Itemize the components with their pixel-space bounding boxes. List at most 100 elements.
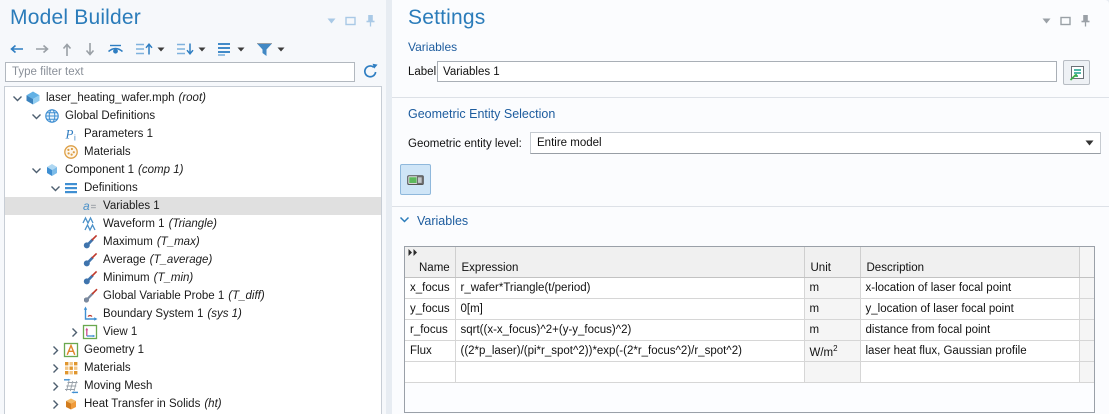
tree-item-label: Parameters 1 bbox=[84, 125, 153, 143]
tree-item-label: Variables 1 bbox=[103, 197, 160, 215]
tree-item-geometry-1[interactable]: Geometry 1 bbox=[5, 341, 381, 359]
chevron-right-icon[interactable] bbox=[49, 363, 62, 374]
tree-item-variables-1[interactable]: a=Variables 1 bbox=[5, 197, 381, 215]
tree-item-waveform-1[interactable]: Waveform 1(Triangle) bbox=[5, 215, 381, 233]
cell-unit[interactable]: m bbox=[804, 299, 860, 320]
chevron-down-icon[interactable] bbox=[30, 113, 43, 120]
settings-subtitle: Variables bbox=[408, 40, 457, 54]
go-back-button[interactable] bbox=[9, 43, 24, 55]
cell-unit[interactable]: m bbox=[804, 320, 860, 341]
float-button[interactable] bbox=[1060, 16, 1071, 26]
show-button[interactable] bbox=[107, 43, 124, 56]
rename-button[interactable] bbox=[1063, 60, 1090, 85]
tree-item-minimum[interactable]: Minimum(T_min) bbox=[5, 269, 381, 287]
tree-item-tag: (ht) bbox=[204, 398, 221, 410]
cell-description[interactable]: laser heat flux, Gaussian profile bbox=[860, 341, 1079, 362]
tree-item-materials[interactable]: Materials bbox=[5, 359, 381, 377]
caret-icon[interactable] bbox=[157, 47, 165, 52]
arrow-down-icon bbox=[84, 42, 96, 57]
cell-expression[interactable]: ((2*p_laser)/(pi*r_spot^2))*exp(-(2*r_fo… bbox=[455, 341, 804, 362]
cell-expression[interactable] bbox=[455, 362, 804, 383]
tree-item-maximum[interactable]: Maximum(T_max) bbox=[5, 233, 381, 251]
variables-section-collapse-chevron-icon[interactable] bbox=[399, 216, 410, 223]
cell-name[interactable]: x_focus bbox=[405, 278, 455, 299]
model-builder-title: Model Builder bbox=[10, 6, 141, 30]
caret-icon[interactable] bbox=[198, 47, 206, 52]
cell-expression[interactable]: r_wafer*Triangle(t/period) bbox=[455, 278, 804, 299]
go-forward-button[interactable] bbox=[35, 43, 50, 55]
refresh-icon[interactable] bbox=[360, 61, 380, 81]
definitions-icon bbox=[63, 180, 79, 196]
move-up-button[interactable] bbox=[61, 42, 73, 57]
materials-comp-icon bbox=[63, 360, 79, 376]
tree-item-view-1[interactable]: View 1 bbox=[5, 323, 381, 341]
tree-item-tag: (root) bbox=[179, 92, 206, 104]
collapse-all-button[interactable] bbox=[135, 42, 165, 56]
tree-item-definitions[interactable]: Definitions bbox=[5, 179, 381, 197]
tree-item-boundary-system-1[interactable]: Boundary System 1(sys 1) bbox=[5, 305, 381, 323]
move-down-button[interactable] bbox=[84, 42, 96, 57]
cell-description[interactable] bbox=[860, 362, 1079, 383]
tree-item-heat-transfer-in-solids[interactable]: Heat Transfer in Solids(ht) bbox=[5, 395, 381, 413]
panel-menu-button[interactable] bbox=[1042, 18, 1051, 24]
chevron-right-icon[interactable] bbox=[49, 345, 62, 356]
cell-unit[interactable]: m bbox=[804, 278, 860, 299]
cell-name[interactable]: y_focus bbox=[405, 299, 455, 320]
label-input[interactable] bbox=[437, 61, 1057, 82]
filter-input[interactable] bbox=[5, 62, 355, 82]
arrow-left-icon bbox=[9, 43, 24, 55]
node-label-button[interactable] bbox=[217, 42, 245, 56]
tree-item-laser-heating-wafer-mph[interactable]: laser_heating_wafer.mph(root) bbox=[5, 89, 381, 107]
cell-description[interactable]: y_location of laser focal point bbox=[860, 299, 1079, 320]
table-row: y_focus0[m]my_location of laser focal po… bbox=[405, 299, 1094, 320]
geometric-entity-level-select[interactable]: Entire model bbox=[530, 132, 1101, 154]
chevron-right-icon[interactable] bbox=[49, 381, 62, 392]
collapse-all-icon bbox=[135, 42, 153, 56]
cell-unit[interactable]: W/m2 bbox=[804, 341, 860, 362]
tree-item-average[interactable]: Average(T_average) bbox=[5, 251, 381, 269]
chevron-down-icon[interactable] bbox=[30, 167, 43, 174]
cell-expression[interactable]: sqrt((x-x_focus)^2+(y-y_focus)^2) bbox=[455, 320, 804, 341]
geometric-entity-selection-header: Geometric Entity Selection bbox=[408, 107, 555, 121]
table-row: r_focussqrt((x-x_focus)^2+(y-y_focus)^2)… bbox=[405, 320, 1094, 341]
tree-item-moving-mesh[interactable]: Moving Mesh bbox=[5, 377, 381, 395]
expand-all-button[interactable] bbox=[176, 42, 206, 56]
row-marker-icon bbox=[408, 249, 418, 256]
table-row: Flux((2*p_laser)/(pi*r_spot^2))*exp(-(2*… bbox=[405, 341, 1094, 362]
tree-item-component-1[interactable]: Component 1(comp 1) bbox=[5, 161, 381, 179]
tree-item-parameters-1[interactable]: PiParameters 1 bbox=[5, 125, 381, 143]
model-builder-window-buttons bbox=[327, 14, 376, 27]
cell-description[interactable]: x-location of laser focal point bbox=[860, 278, 1079, 299]
variables-section-header: Variables bbox=[417, 214, 468, 228]
tree-item-tag: (T_diff) bbox=[228, 290, 264, 302]
active-selection-toggle-button[interactable] bbox=[400, 164, 431, 195]
cell-unit[interactable] bbox=[804, 362, 860, 383]
chevron-down-icon[interactable] bbox=[11, 95, 24, 102]
chevron-down-icon[interactable] bbox=[49, 185, 62, 192]
caret-icon[interactable] bbox=[237, 47, 245, 52]
tree-item-global-variable-probe-1[interactable]: Global Variable Probe 1(T_diff) bbox=[5, 287, 381, 305]
tree-item-label: Definitions bbox=[84, 179, 138, 197]
chevron-right-icon[interactable] bbox=[68, 327, 81, 338]
tree-item-label: Component 1 bbox=[65, 161, 134, 179]
cell-name[interactable]: r_focus bbox=[405, 320, 455, 341]
svg-text:=: = bbox=[91, 202, 97, 213]
eye-icon bbox=[107, 43, 124, 56]
global-probe-icon bbox=[82, 288, 98, 304]
cell-name[interactable] bbox=[405, 362, 455, 383]
funnel-icon bbox=[256, 42, 273, 57]
caret-icon[interactable] bbox=[277, 47, 285, 52]
panel-menu-button[interactable] bbox=[327, 18, 336, 24]
cell-expression[interactable]: 0[m] bbox=[455, 299, 804, 320]
cell-name[interactable]: Flux bbox=[405, 341, 455, 362]
cell-description[interactable]: distance from focal point bbox=[860, 320, 1079, 341]
chevron-right-icon[interactable] bbox=[49, 399, 62, 410]
filter-button[interactable] bbox=[256, 42, 285, 57]
cell-extra bbox=[1079, 278, 1094, 299]
variables-table: NameExpressionUnitDescriptionx_focusr_wa… bbox=[405, 247, 1094, 383]
tree-item-materials[interactable]: Materials bbox=[5, 143, 381, 161]
pin-button[interactable] bbox=[365, 14, 376, 27]
tree-item-global-definitions[interactable]: Global Definitions bbox=[5, 107, 381, 125]
float-button[interactable] bbox=[345, 16, 356, 26]
pin-button[interactable] bbox=[1080, 14, 1091, 27]
